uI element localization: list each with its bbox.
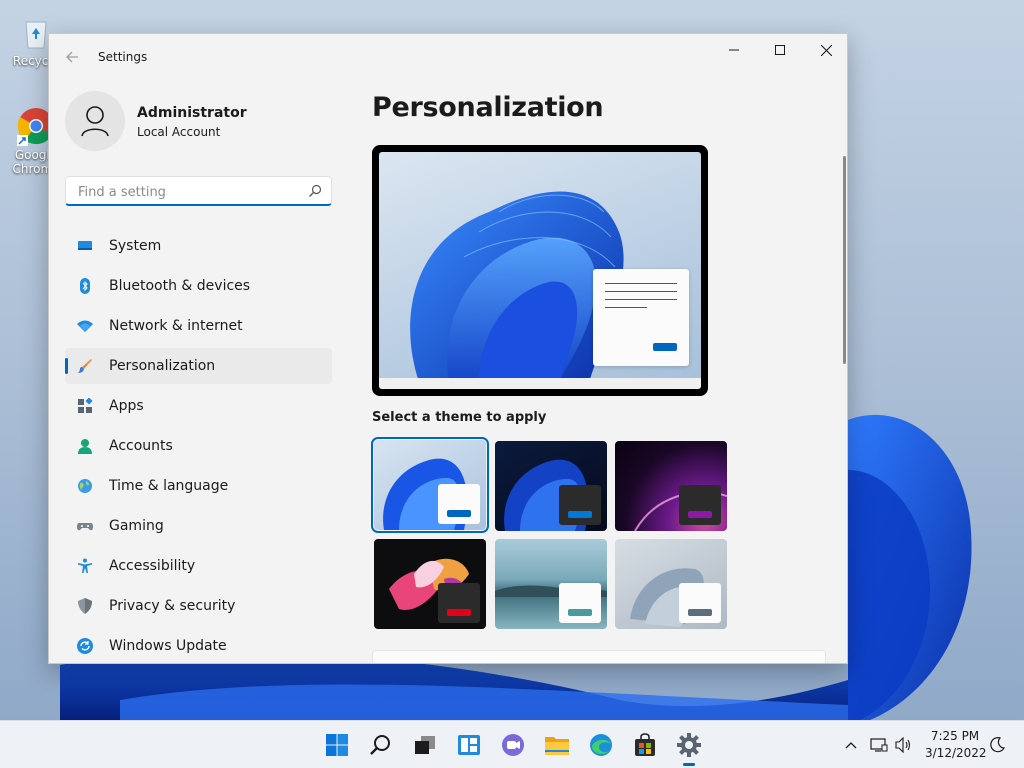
taskbar-file-explorer-button[interactable]: [543, 731, 571, 759]
theme-windows-light[interactable]: [371, 437, 489, 533]
settings-window: Settings Administrator Local Account Sys…: [48, 33, 848, 664]
chevron-up-icon: [845, 742, 857, 749]
back-button[interactable]: [61, 46, 83, 68]
store-icon: [635, 733, 655, 756]
sidebar-nav: System Bluetooth & devices Network & int…: [65, 228, 332, 663]
minimize-button[interactable]: [711, 34, 757, 66]
sidebar-item-system[interactable]: System: [65, 228, 332, 264]
window-title: Settings: [98, 50, 148, 64]
sidebar-item-bluetooth[interactable]: Bluetooth & devices: [65, 268, 332, 304]
themes-section-label: Select a theme to apply: [372, 410, 547, 425]
theme-sunrise[interactable]: [495, 539, 607, 629]
update-icon: [77, 638, 93, 654]
sidebar-item-apps[interactable]: Apps: [65, 388, 332, 424]
sidebar-item-privacy-security[interactable]: Privacy & security: [65, 588, 332, 624]
settings-card[interactable]: [372, 650, 826, 663]
avatar[interactable]: [65, 91, 125, 151]
gamepad-icon: [77, 523, 93, 531]
preview-screen: [379, 152, 701, 389]
volume-icon: [895, 737, 911, 753]
sidebar-item-network[interactable]: Network & internet: [65, 308, 332, 344]
volume-tray-button[interactable]: [894, 735, 914, 755]
taskbar-store-button[interactable]: [631, 731, 659, 759]
wifi-icon: [77, 320, 93, 332]
minimize-icon: [729, 49, 739, 51]
taskbar-widgets-button[interactable]: [455, 731, 483, 759]
taskbar-search-button[interactable]: [367, 731, 395, 759]
brush-icon: [78, 359, 92, 373]
title-bar[interactable]: Settings: [49, 34, 847, 80]
sidebar-item-accessibility[interactable]: Accessibility: [65, 548, 332, 584]
theme-captured-motion[interactable]: [374, 539, 486, 629]
close-icon: [820, 44, 832, 56]
settings-icon: [677, 733, 701, 757]
widgets-icon: [458, 735, 480, 755]
clock-time: 7:25 PM: [930, 729, 980, 743]
active-app-indicator: [683, 763, 695, 766]
sidebar-item-label: Accounts: [109, 438, 173, 454]
globe-icon: [78, 479, 92, 493]
focus-assist-button[interactable]: [987, 735, 1007, 755]
sidebar-item-label: Accessibility: [109, 558, 196, 574]
accessibility-icon: [78, 558, 92, 573]
file-explorer-icon: [545, 737, 569, 755]
page-title: Personalization: [372, 92, 604, 123]
sidebar-item-label: Personalization: [109, 358, 216, 374]
sidebar-item-label: Time & language: [109, 478, 229, 494]
sidebar-item-label: Privacy & security: [109, 598, 236, 614]
sidebar-item-label: Apps: [109, 398, 144, 414]
sidebar-item-label: Gaming: [109, 518, 164, 534]
search-box[interactable]: [65, 176, 332, 207]
bluetooth-icon: [80, 278, 90, 294]
maximize-icon: [775, 45, 785, 55]
start-icon: [326, 734, 348, 756]
sidebar-item-label: Network & internet: [109, 318, 243, 334]
user-icon: [81, 106, 109, 137]
taskbar-task-view-button[interactable]: [411, 731, 439, 759]
sidebar-item-accounts[interactable]: Accounts: [65, 428, 332, 464]
taskbar-start-button[interactable]: [323, 731, 351, 759]
back-arrow-icon: [66, 51, 78, 63]
profile-account-type: Local Account: [137, 125, 221, 139]
edge-icon: [590, 734, 612, 756]
preview-taskbar: [379, 378, 701, 389]
theme-windows-dark[interactable]: [495, 441, 607, 531]
sidebar-item-personalization[interactable]: Personalization: [65, 348, 332, 384]
system-icon: [78, 241, 92, 250]
task-view-icon: [415, 736, 435, 754]
sidebar-item-time-language[interactable]: Time & language: [65, 468, 332, 504]
network-tray-button[interactable]: [869, 735, 889, 755]
chat-icon: [502, 734, 524, 756]
moon-icon: [990, 737, 1005, 753]
taskbar-edge-button[interactable]: [587, 731, 615, 759]
search-input[interactable]: [76, 177, 300, 207]
search-icon: [309, 184, 322, 197]
profile-name: Administrator: [137, 105, 247, 121]
sidebar-item-label: Windows Update: [109, 638, 227, 654]
show-hidden-icons-button[interactable]: [841, 735, 861, 755]
theme-glow[interactable]: [615, 441, 727, 531]
sidebar-item-windows-update[interactable]: Windows Update: [65, 628, 332, 663]
shield-icon: [78, 598, 92, 614]
taskbar-settings-button[interactable]: [675, 731, 703, 759]
taskbar: 7:25 PM 3/12/2022: [0, 720, 1024, 768]
clock-date: 3/12/2022: [925, 746, 987, 760]
scrollbar[interactable]: [843, 156, 846, 364]
search-icon: [370, 735, 390, 755]
sidebar-item-gaming[interactable]: Gaming: [65, 508, 332, 544]
theme-flow[interactable]: [615, 539, 727, 629]
apps-icon: [78, 398, 93, 413]
sidebar-item-label: System: [109, 238, 162, 254]
taskbar-chat-button[interactable]: [499, 731, 527, 759]
network-icon: [870, 738, 888, 752]
close-button[interactable]: [803, 34, 847, 66]
preview-window-sample: [593, 269, 689, 366]
maximize-button[interactable]: [757, 34, 803, 66]
theme-preview: [372, 145, 708, 396]
accounts-icon: [78, 439, 92, 454]
sidebar-item-label: Bluetooth & devices: [109, 278, 251, 294]
